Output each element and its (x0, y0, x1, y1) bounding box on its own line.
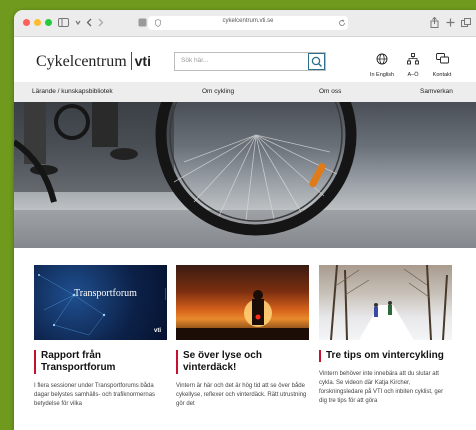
english-label: In English (369, 72, 395, 78)
search-placeholder: Sök här... (181, 57, 209, 64)
reload-icon[interactable] (338, 19, 346, 30)
logo-text: Cykelcentrum (36, 53, 127, 70)
browser-toolbar: cykelcentrum.vti.se (14, 10, 476, 37)
card-image-transportforum: Transportforum vti (34, 265, 167, 340)
nav-item-larande[interactable]: Lärande / kunskapsbibliotek (32, 88, 113, 95)
card-image-logo: vti (154, 328, 162, 334)
minimize-window-button[interactable] (34, 19, 41, 26)
forward-button[interactable] (98, 18, 104, 30)
sidebar-toggle-icon[interactable] (58, 18, 69, 30)
new-tab-icon[interactable] (446, 18, 455, 30)
snowy-path-cyclists (330, 265, 448, 340)
card-title[interactable]: Rapport från Transportforum (34, 350, 167, 374)
main-nav: Lärande / kunskapsbibliotek Om cykling O… (14, 82, 476, 102)
close-window-button[interactable] (23, 19, 30, 26)
card-image-lyse (176, 265, 309, 340)
card-image-title: Transportforum (74, 288, 137, 299)
bicycle-wheel-photo (14, 102, 476, 248)
hero-image (14, 102, 476, 248)
nav-item-om-cykling[interactable]: Om cykling (202, 88, 234, 95)
a-o-link[interactable]: A–Ö (398, 52, 428, 78)
back-button[interactable] (86, 18, 92, 30)
browser-window: cykelcentrum.vti.se Cykelcentrum vti Sök … (14, 10, 476, 430)
tab-overview-icon[interactable] (138, 18, 147, 30)
card-title[interactable]: Se över lyse och vinterdäck! (176, 350, 309, 374)
maximize-window-button[interactable] (45, 19, 52, 26)
nav-item-samverkan[interactable]: Samverkan (420, 88, 453, 95)
card-excerpt: Vintern behöver inte innebära att du slu… (319, 371, 444, 404)
contact-label: Kontakt (432, 72, 452, 78)
tabs-overview-icon[interactable] (461, 18, 471, 30)
chevron-down-icon[interactable] (75, 18, 81, 30)
a-o-label: A–Ö (407, 72, 419, 78)
chat-icon (435, 53, 449, 64)
sunset-cyclist (176, 290, 309, 340)
card-title[interactable]: Tre tips om vintercykling (319, 350, 452, 362)
share-icon[interactable] (430, 16, 439, 31)
search-input[interactable]: Sök här... (174, 52, 326, 71)
news-card-transportforum[interactable]: Transportforum vti Rapport från Transpor… (34, 265, 167, 409)
address-bar[interactable]: cykelcentrum.vti.se (148, 16, 348, 30)
sitemap-icon (407, 53, 419, 65)
contact-link[interactable]: Kontakt (427, 52, 457, 78)
search-button[interactable] (308, 53, 325, 70)
search-icon (311, 56, 322, 67)
url-text: cykelcentrum.vti.se (222, 18, 274, 24)
network-pattern (38, 274, 106, 336)
english-link[interactable]: In English (367, 52, 397, 78)
card-excerpt: Vintern är här och det är hög tid att se… (176, 383, 307, 407)
card-image-vintercykling (319, 265, 452, 340)
news-card-lyse[interactable]: Se över lyse och vinterdäck! Vintern är … (176, 265, 309, 409)
globe-icon (376, 53, 388, 65)
nav-item-om-oss[interactable]: Om oss (319, 88, 341, 95)
site-logo[interactable]: Cykelcentrum vti (36, 52, 151, 71)
logo-vti: vti (134, 53, 151, 69)
news-card-vintercykling[interactable]: Tre tips om vintercykling Vintern behöve… (319, 265, 452, 406)
card-excerpt: I flera sessioner under Transportforums … (34, 383, 156, 407)
